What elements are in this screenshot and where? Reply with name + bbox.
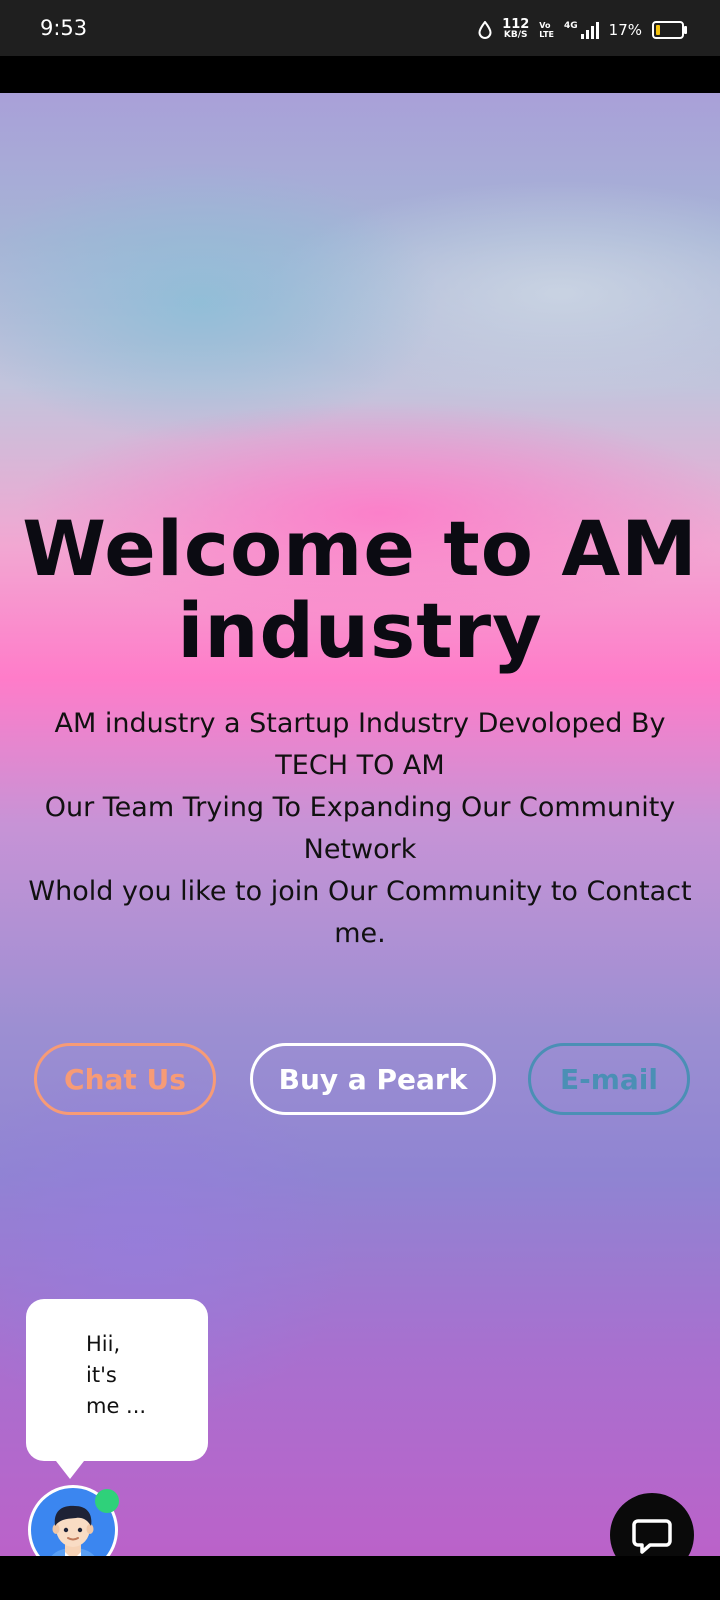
chat-fab-button[interactable] xyxy=(610,1493,694,1556)
email-button[interactable]: E-mail xyxy=(528,1043,690,1115)
greeting-line-2: it's xyxy=(86,1363,117,1387)
chat-bubble-icon xyxy=(632,1519,672,1554)
greeting-line-3: me ... xyxy=(86,1394,147,1418)
hero-section: Welcome to AM industry AM industry a Sta… xyxy=(0,93,720,1556)
battery-icon xyxy=(652,21,687,39)
chat-us-button[interactable]: Chat Us xyxy=(34,1043,216,1115)
greeting-bubble[interactable]: Hii, it's me ... xyxy=(26,1299,208,1479)
hero-description: AM industry a Startup Industry Devoloped… xyxy=(24,703,696,955)
battery-percent: 17% xyxy=(608,21,642,39)
network-speed-unit: KB/S xyxy=(503,30,528,40)
page-title: Welcome to AM industry xyxy=(22,504,698,675)
battery-fill xyxy=(656,25,660,35)
description-line-3: Whold you like to join Our Community to … xyxy=(28,876,692,949)
status-icons: 112 KB/S Vo LTE 4G 17% xyxy=(478,17,687,42)
network-type: 4G xyxy=(564,21,578,31)
status-time: 9:53 xyxy=(40,16,88,40)
volte-top: Vo xyxy=(539,21,551,30)
greeting-line-1: Hii, xyxy=(86,1332,121,1356)
navigation-bar xyxy=(0,1556,720,1600)
network-speed-value: 112 xyxy=(502,17,530,32)
data-saver-icon xyxy=(478,21,492,39)
volte-bottom: LTE xyxy=(539,30,554,39)
top-band xyxy=(0,56,720,93)
status-bar: 9:53 112 KB/S Vo LTE 4G 17% xyxy=(0,0,720,56)
buy-a-peark-button[interactable]: Buy a Peark xyxy=(250,1043,496,1115)
network-speed: 112 KB/S xyxy=(502,17,530,41)
volte-indicator: Vo LTE xyxy=(539,21,554,39)
description-line-2: Our Team Trying To Expanding Our Communi… xyxy=(44,792,676,865)
online-status-dot xyxy=(95,1489,119,1513)
signal-icon: 4G xyxy=(564,21,599,39)
description-line-1: AM industry a Startup Industry Devoloped… xyxy=(54,708,666,781)
